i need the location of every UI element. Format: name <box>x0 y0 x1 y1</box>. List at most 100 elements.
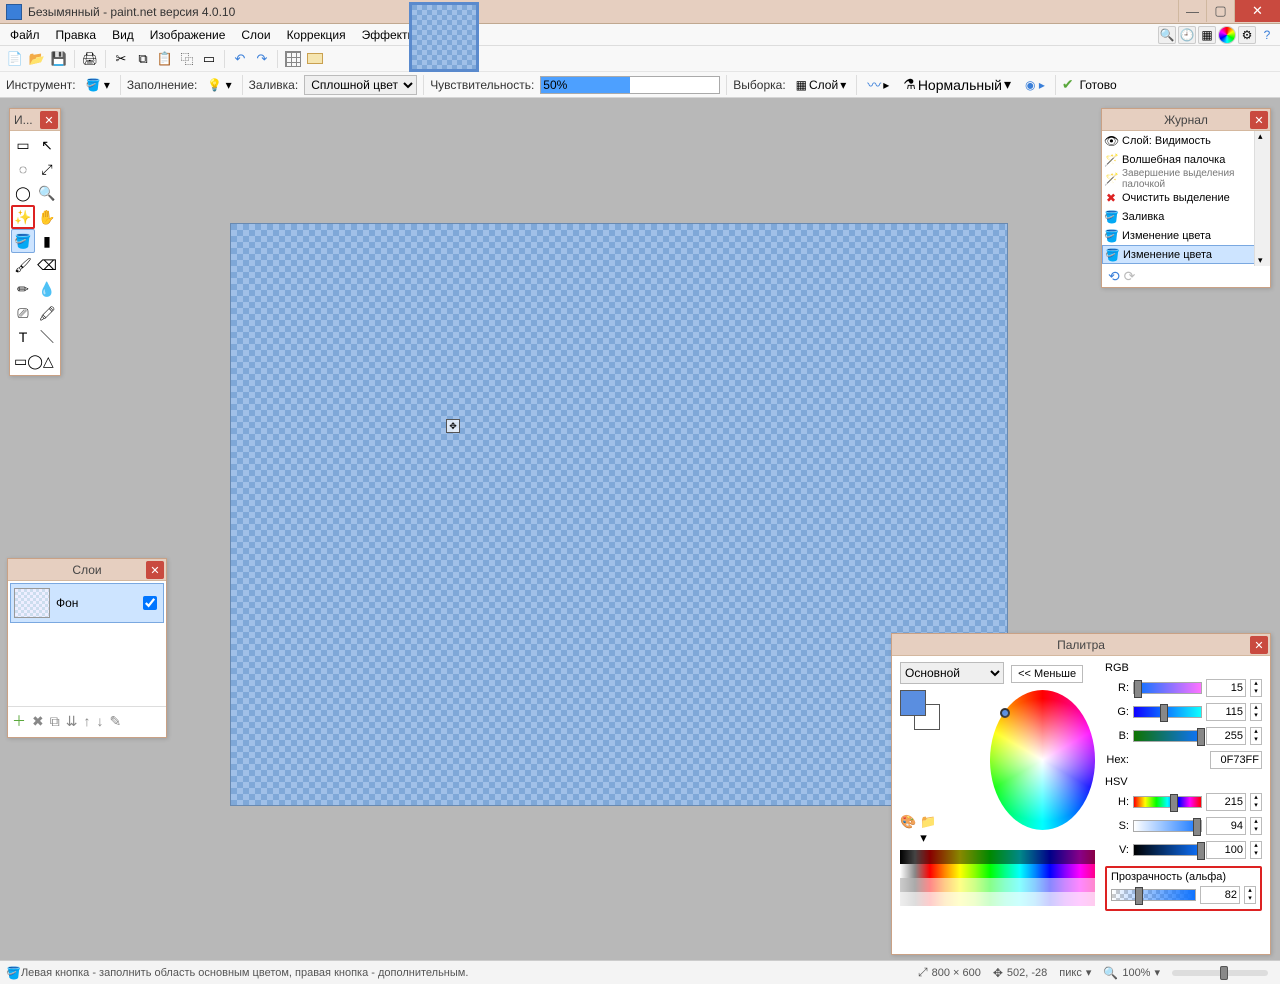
r-slider[interactable] <box>1133 682 1202 694</box>
cut-icon[interactable]: ✂ <box>112 50 130 68</box>
ellipse-select-tool[interactable]: ◯ <box>11 181 35 205</box>
layer-row[interactable]: Фон <box>10 583 164 623</box>
delete-layer-icon[interactable]: ✖ <box>32 713 44 730</box>
menu-layers[interactable]: Слои <box>233 26 278 44</box>
unit-label[interactable]: пикс <box>1059 967 1082 979</box>
layer-visible-checkbox[interactable] <box>143 596 157 610</box>
menu-view[interactable]: Вид <box>104 26 142 44</box>
layers-close-button[interactable]: ✕ <box>146 561 164 579</box>
zoom-slider[interactable] <box>1172 970 1268 976</box>
history-scrollbar[interactable] <box>1254 131 1270 266</box>
history-item[interactable]: 🪣Изменение цвета <box>1102 245 1270 264</box>
document-thumbnail[interactable] <box>409 2 479 72</box>
manage-palette-icon[interactable]: 📁▾ <box>920 814 940 846</box>
text-tool[interactable]: T <box>11 325 35 349</box>
paint-bucket-tool[interactable]: 🪣 <box>11 229 35 253</box>
alpha-spinner[interactable]: ▴▾ <box>1244 886 1256 904</box>
history-item[interactable]: 👁Слой: Видимость <box>1102 131 1270 150</box>
history-item[interactable]: 🪄Волшебная палочка <box>1102 150 1270 169</box>
sampling-selector[interactable]: ▦ Слой ▾ <box>792 76 851 94</box>
redo-icon[interactable]: ↷ <box>253 50 271 68</box>
layer-props-icon[interactable]: ✎ <box>109 713 121 730</box>
hex-input[interactable] <box>1210 751 1262 769</box>
help-icon[interactable]: ? <box>1258 26 1276 44</box>
s-spinner[interactable]: ▴▾ <box>1250 817 1262 835</box>
menu-adjust[interactable]: Коррекция <box>279 26 354 44</box>
primary-color[interactable] <box>900 690 926 716</box>
color-swatches[interactable] <box>900 690 940 730</box>
g-slider[interactable] <box>1133 706 1202 718</box>
history-item[interactable]: 🪣Заливка <box>1102 207 1270 226</box>
move-selection-tool[interactable]: ⤢ <box>35 157 59 181</box>
undo-icon[interactable]: ↶ <box>231 50 249 68</box>
eraser-tool[interactable]: ⌫ <box>35 253 59 277</box>
merge-layer-icon[interactable]: ⇊ <box>66 713 78 730</box>
tool-selector[interactable]: 🪣 ▾ <box>82 76 114 94</box>
tolerance-slider[interactable]: 50% <box>540 76 720 94</box>
b-spinner[interactable]: ▴▾ <box>1250 727 1262 745</box>
layers-window-icon[interactable]: ▦ <box>1198 26 1216 44</box>
alpha-input[interactable] <box>1200 886 1240 904</box>
pencil-tool[interactable]: ✏ <box>11 277 35 301</box>
r-spinner[interactable]: ▴▾ <box>1250 679 1262 697</box>
fillmode-selector[interactable]: 💡 ▾ <box>203 76 235 94</box>
v-slider[interactable] <box>1133 844 1202 856</box>
colors-window-icon[interactable] <box>1218 26 1236 44</box>
move-up-icon[interactable]: ↑ <box>83 713 90 729</box>
line-tool[interactable]: ＼ <box>35 325 59 349</box>
overwrite-selector[interactable]: ◉ ▸ <box>1021 76 1049 94</box>
blend-selector[interactable]: ⚗ Нормальный ▾ <box>899 74 1015 95</box>
lasso-tool[interactable]: ◌ <box>11 157 35 181</box>
crop-icon[interactable]: ⿻ <box>178 50 196 68</box>
move-down-icon[interactable]: ↓ <box>96 713 103 729</box>
grid-icon[interactable] <box>284 50 302 68</box>
fill-select[interactable]: Сплошной цвет <box>304 75 417 95</box>
menu-image[interactable]: Изображение <box>142 26 234 44</box>
maximize-button[interactable]: ▢ <box>1206 0 1234 22</box>
less-button[interactable]: << Меньше <box>1011 665 1083 683</box>
color-picker-tool[interactable]: 💧 <box>35 277 59 301</box>
g-input[interactable] <box>1206 703 1246 721</box>
status-zoom[interactable]: 100% <box>1122 967 1150 979</box>
add-layer-icon[interactable]: ＋ <box>12 711 26 731</box>
settings-icon[interactable]: ⚙ <box>1238 26 1256 44</box>
magic-wand-tool[interactable]: ✨ <box>11 205 35 229</box>
add-color-icon[interactable]: 🎨 <box>900 814 916 846</box>
brush-tool[interactable]: 🖌 <box>11 253 35 277</box>
rect-select-tool[interactable]: ▭ <box>11 133 35 157</box>
antialias-selector[interactable]: 〰 ▸ <box>863 73 893 97</box>
history-undo-icon[interactable]: ⟲ <box>1108 268 1120 284</box>
copy-icon[interactable]: ⧉ <box>134 50 152 68</box>
history-item[interactable]: 🪄Завершение выделения палочкой <box>1102 169 1270 188</box>
open-icon[interactable]: 📂 <box>28 50 46 68</box>
v-spinner[interactable]: ▴▾ <box>1250 841 1262 859</box>
tools-close-button[interactable]: ✕ <box>40 111 58 129</box>
h-input[interactable] <box>1206 793 1246 811</box>
history-close-button[interactable]: ✕ <box>1250 111 1268 129</box>
menu-edit[interactable]: Правка <box>48 26 105 44</box>
save-icon[interactable]: 💾 <box>50 50 68 68</box>
recolor-tool[interactable]: 🖍 <box>35 301 59 325</box>
alpha-slider[interactable] <box>1111 889 1196 901</box>
gradient-tool[interactable]: ▮ <box>35 229 59 253</box>
h-slider[interactable] <box>1133 796 1202 808</box>
g-spinner[interactable]: ▴▾ <box>1250 703 1262 721</box>
b-input[interactable] <box>1206 727 1246 745</box>
h-spinner[interactable]: ▴▾ <box>1250 793 1262 811</box>
history-item[interactable]: ✖Очистить выделение <box>1102 188 1270 207</box>
move-tool[interactable]: ↖ <box>35 133 59 157</box>
b-slider[interactable] <box>1133 730 1202 742</box>
s-input[interactable] <box>1206 817 1246 835</box>
zoom-tool[interactable]: 🔍 <box>35 181 59 205</box>
colors-close-button[interactable]: ✕ <box>1250 636 1268 654</box>
duplicate-layer-icon[interactable]: ⧉ <box>50 713 60 730</box>
history-redo-icon[interactable]: ⟳ <box>1124 268 1136 284</box>
commit-icon[interactable]: ✔ <box>1062 76 1074 93</box>
s-slider[interactable] <box>1133 820 1202 832</box>
paste-icon[interactable]: 📋 <box>156 50 174 68</box>
menu-file[interactable]: Файл <box>2 26 48 44</box>
minimize-button[interactable]: — <box>1178 0 1206 22</box>
color-wheel[interactable] <box>990 690 1095 830</box>
palette-grid[interactable] <box>900 850 1095 906</box>
new-icon[interactable]: 📄 <box>6 50 24 68</box>
